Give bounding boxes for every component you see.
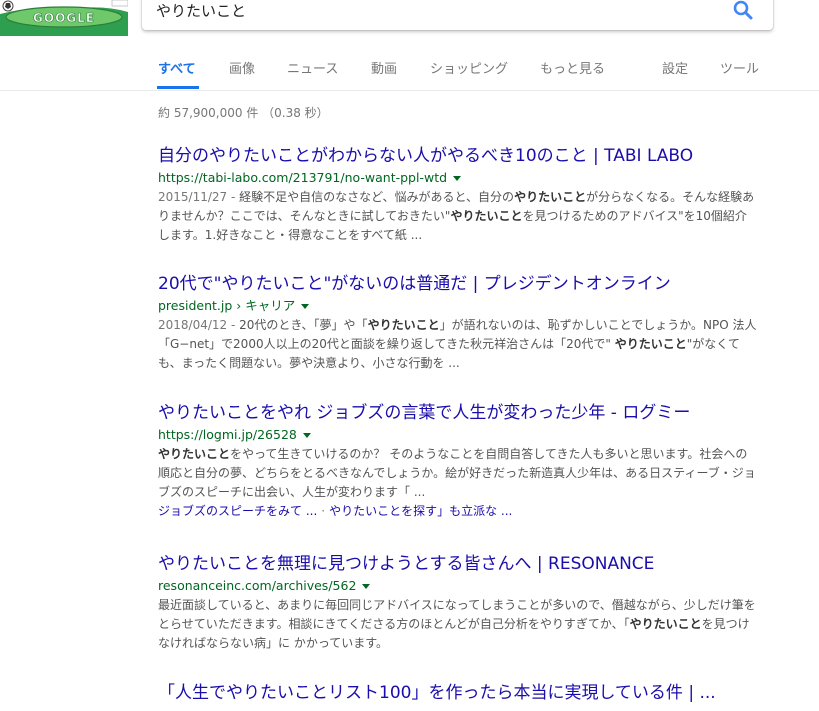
result-title-link[interactable]: 自分のやりたいことがわからない人がやるべき10のこと | TABI LABO xyxy=(158,145,758,167)
result-title-link[interactable]: やりたいことを無理に見つけようとする皆さんへ | RESONANCE xyxy=(158,553,758,575)
search-result: 「人生でやりたいことリスト100」を作ったら本当に実現している件 | ... xyxy=(158,682,758,704)
search-tabs-bar: すべて 画像 ニュース 動画 ショッピング もっと見る 設定 ツール xyxy=(0,48,819,91)
snippet-highlight: やりたいこと xyxy=(450,209,523,223)
url-menu-caret-icon[interactable] xyxy=(453,176,462,181)
url-menu-caret-icon[interactable] xyxy=(362,584,371,589)
url-menu-caret-icon[interactable] xyxy=(301,304,310,309)
search-result: 20代で"やりたいこと"がないのは普通だ | プレジデントオンライン presi… xyxy=(158,273,758,373)
snippet-highlight: やりたいこと xyxy=(614,337,687,351)
sitelink-separator: · xyxy=(321,504,326,518)
search-input[interactable]: やりたいこと xyxy=(156,0,246,21)
url-menu-caret-icon[interactable] xyxy=(302,433,311,438)
tab-more[interactable]: もっと見る xyxy=(540,58,605,77)
tab-videos[interactable]: 動画 xyxy=(371,58,397,77)
tab-all[interactable]: すべて xyxy=(158,58,196,77)
result-snippet: やりたいことをやって生きていけるのか？ そのようなことを自問自答してきた人も多い… xyxy=(158,445,758,502)
snippet-text: 20代のとき、「夢」や「 xyxy=(239,318,368,332)
result-sitelinks: ジョブズのスピーチをみて ... · やりたいことを探す」も立派な ... xyxy=(158,502,758,521)
tab-images[interactable]: 画像 xyxy=(229,58,255,77)
search-icon[interactable] xyxy=(731,0,755,22)
search-box[interactable]: やりたいこと xyxy=(142,0,773,30)
search-result: やりたいことを無理に見つけようとする皆さんへ | RESONANCE reson… xyxy=(158,553,758,653)
result-url: president.jp › キャリア xyxy=(158,298,758,314)
search-result: 自分のやりたいことがわからない人がやるべき10のこと | TABI LABO h… xyxy=(158,145,758,245)
result-url: https://tabi-labo.com/213791/no-want-ppl… xyxy=(158,170,758,186)
result-date: 2018/04/12 - xyxy=(158,318,240,332)
snippet-text: 経験不足や自信のなさなど、悩みがあると、自分の xyxy=(239,190,515,204)
snippet-highlight: やりたいこと xyxy=(629,617,702,631)
snippet-highlight: やりたいこと xyxy=(367,318,440,332)
result-url: https://logmi.jp/26528 xyxy=(158,427,758,443)
snippet-highlight: やりたいこと xyxy=(158,447,231,461)
result-url: resonanceinc.com/archives/562 xyxy=(158,578,758,594)
result-title-link[interactable]: 20代で"やりたいこと"がないのは普通だ | プレジデントオンライン xyxy=(158,273,758,295)
sitelink[interactable]: やりたいことを探す」も立派な ... xyxy=(329,504,512,518)
active-tab-indicator xyxy=(157,86,199,89)
search-result: やりたいことをやれ ジョブズの言葉で人生が変わった少年 - ログミー https… xyxy=(158,402,758,521)
svg-text:GOOGLE: GOOGLE xyxy=(33,11,95,25)
result-url-text: president.jp › キャリア xyxy=(158,298,296,313)
tab-news[interactable]: ニュース xyxy=(287,58,338,77)
tab-tools[interactable]: ツール xyxy=(720,58,759,77)
result-title-link[interactable]: やりたいことをやれ ジョブズの言葉で人生が変わった少年 - ログミー xyxy=(158,402,758,424)
result-snippet: 2018/04/12 - 20代のとき、「夢」や「やりたいこと」が語れないのは、… xyxy=(158,316,758,373)
result-stats: 約 57,900,000 件 （0.38 秒） xyxy=(158,106,329,120)
result-url-text: https://tabi-labo.com/213791/no-want-ppl… xyxy=(158,170,448,185)
sitelink[interactable]: ジョブズのスピーチをみて ... xyxy=(158,504,317,518)
result-url-text: resonanceinc.com/archives/562 xyxy=(158,578,357,593)
snippet-highlight: やりたいこと xyxy=(514,190,587,204)
tab-settings[interactable]: 設定 xyxy=(662,58,688,77)
result-url-text: https://logmi.jp/26528 xyxy=(158,427,297,442)
snippet-text: をやって生きていけるのか？ そのようなことを自問自答してきた人も多いと思います。… xyxy=(158,447,756,499)
result-title-link[interactable]: 「人生でやりたいことリスト100」を作ったら本当に実現している件 | ... xyxy=(158,682,758,704)
google-doodle-logo[interactable]: GOOGLE xyxy=(0,0,129,36)
result-snippet: 最近面談していると、あまりに毎回同じアドバイスになってしまうことが多いので、僭越… xyxy=(158,596,758,653)
result-snippet: 2015/11/27 - 経験不足や自信のなさなど、悩みがあると、自分のやりたい… xyxy=(158,188,758,245)
tab-shopping[interactable]: ショッピング xyxy=(430,58,508,77)
result-date: 2015/11/27 - xyxy=(158,190,240,204)
